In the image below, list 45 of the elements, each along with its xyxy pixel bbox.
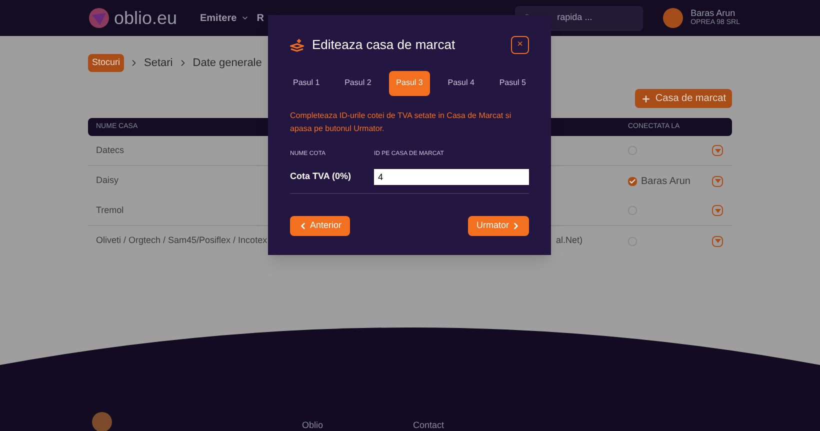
dropdown-toggle[interactable] bbox=[712, 236, 723, 246]
chevron-right-icon bbox=[511, 220, 521, 230]
nav-link[interactable]: R bbox=[256, 10, 264, 26]
close-button[interactable]: × bbox=[511, 36, 529, 54]
dialog-title: Editeaza casa de marcat bbox=[312, 36, 456, 54]
step-tab[interactable]: Pasul 4 bbox=[440, 70, 482, 96]
instruction-text: Completeaza ID-urile cotei de TVA setate in Casa de Marcat si apasa pe butonul Urmator. bbox=[290, 110, 512, 134]
caret-icon bbox=[240, 14, 249, 22]
table-cell-text: Baras Arun bbox=[641, 174, 690, 188]
table-cell-text: Oliveti / Orgtech / Sam45/Posiflex / Incotex bbox=[96, 234, 268, 248]
search-input[interactable]: rapida ... bbox=[535, 11, 635, 25]
table-cell-text: Daisy bbox=[96, 174, 119, 188]
dropdown-toggle[interactable] bbox=[712, 176, 723, 186]
avatar[interactable] bbox=[662, 8, 683, 28]
vat-name: Cota TVA (0%) bbox=[290, 170, 352, 183]
breadcrumb-link[interactable]: Date generale bbox=[192, 54, 262, 72]
breadcrumb-badge[interactable]: Stocuri bbox=[88, 54, 124, 72]
add-register-button[interactable]: Casa de marcat bbox=[635, 89, 732, 108]
step-tab[interactable]: Pasul 1 bbox=[286, 70, 327, 96]
next-button[interactable]: Urmator bbox=[468, 216, 529, 236]
input-field[interactable]: 4 bbox=[374, 168, 529, 184]
previous-button[interactable]: Anterior bbox=[290, 216, 350, 236]
step-tab[interactable]: Pasul 5 bbox=[492, 70, 533, 96]
footer-heading: Oblio bbox=[302, 418, 324, 431]
logo-icon bbox=[88, 7, 110, 29]
table-cell-text: Tremol bbox=[96, 204, 124, 217]
user-name: Baras Arun bbox=[690, 8, 736, 19]
caret-icon bbox=[714, 239, 720, 243]
step-tab[interactable]: Pasul 3 bbox=[389, 70, 430, 96]
caret-icon bbox=[714, 208, 720, 212]
logo-text: oblio.eu bbox=[114, 7, 178, 30]
chevron-left-icon bbox=[298, 220, 308, 230]
footer-heading: Contact bbox=[413, 418, 444, 431]
table-cell-text: al.Net) bbox=[556, 234, 583, 248]
plus-icon bbox=[641, 94, 652, 104]
dropdown-toggle[interactable] bbox=[712, 205, 723, 216]
breadcrumb-link[interactable]: Setari bbox=[144, 54, 173, 72]
step-tab[interactable]: Pasul 2 bbox=[338, 70, 378, 96]
checkbox[interactable] bbox=[628, 176, 637, 186]
dropdown-toggle[interactable] bbox=[712, 145, 723, 156]
caret-icon bbox=[714, 179, 720, 183]
caret-icon bbox=[714, 148, 720, 152]
table-cell-text: Datecs bbox=[96, 144, 124, 157]
register-icon bbox=[290, 38, 304, 52]
nav-link[interactable]: Emitere bbox=[200, 10, 249, 26]
